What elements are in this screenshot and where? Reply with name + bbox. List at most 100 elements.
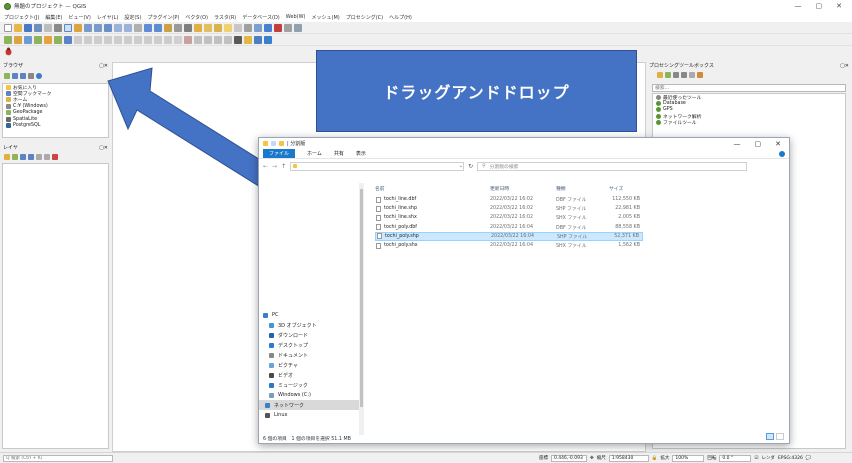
data-source-manager-icon[interactable] (4, 35, 12, 44)
file-row[interactable]: tochi_poly.dbf 2022/03/22 16:04 DBF ファイル 88… (375, 223, 643, 232)
help-icon[interactable] (779, 150, 785, 157)
undo-icon[interactable] (154, 35, 162, 44)
browser-item[interactable]: PostgreSQL (3, 122, 108, 129)
bookmark-icon[interactable] (164, 23, 172, 32)
add-group-icon[interactable] (12, 154, 18, 160)
add-postgis-icon[interactable] (64, 35, 72, 44)
nav-item[interactable]: デスクトップ (259, 340, 359, 350)
sum-icon[interactable] (274, 23, 282, 32)
properties-icon[interactable] (36, 72, 42, 79)
quick-access-icon[interactable] (271, 141, 276, 146)
layers-tree[interactable] (2, 163, 109, 449)
cut-icon[interactable] (124, 35, 132, 44)
edit-features-icon[interactable] (689, 72, 695, 78)
menu-item[interactable]: メッシュ(M) (312, 14, 340, 21)
forward-icon[interactable]: → (272, 163, 277, 170)
attribute-table-icon[interactable] (224, 23, 232, 32)
up-icon[interactable]: ↑ (281, 163, 286, 170)
refresh-icon[interactable]: ↻ (468, 163, 473, 170)
dropdown-icon[interactable]: ⌄ (459, 163, 463, 169)
details-view-icon[interactable] (766, 433, 774, 440)
file-row[interactable]: tochi_line.shp 2022/03/22 16:02 SHP ファイル 22… (375, 204, 643, 213)
processing-item[interactable]: ファイルツール (653, 120, 845, 126)
nav-item[interactable]: ピクチャ (259, 360, 359, 370)
temporal-icon[interactable] (184, 23, 192, 32)
open-project-icon[interactable] (14, 23, 22, 32)
new-folder-icon[interactable] (279, 141, 284, 146)
close-button[interactable]: ✕ (836, 2, 842, 10)
edit-icon[interactable] (84, 35, 92, 44)
rotation-field[interactable]: 0.0 ° (719, 454, 752, 462)
processing-search-input[interactable] (652, 84, 846, 92)
add-raster-icon[interactable] (24, 35, 32, 44)
nav-item[interactable]: PC (259, 310, 359, 320)
add-mesh-icon[interactable] (34, 35, 42, 44)
zoom-last-icon[interactable] (144, 23, 152, 32)
file-row[interactable]: tochi_line.shx 2022/03/22 16:02 SHX ファイル 2,… (375, 213, 643, 222)
zoom-out-icon[interactable] (94, 23, 102, 32)
menu-item[interactable]: プロセシング(C) (346, 14, 383, 21)
col-size[interactable]: サイズ (609, 185, 623, 192)
explorer-close-button[interactable]: ✕ (775, 140, 781, 148)
toolbox-icon[interactable] (264, 23, 272, 32)
menu-item[interactable]: 編集(E) (45, 14, 62, 21)
nav-item[interactable]: ダウンロード (259, 330, 359, 340)
label-change-icon[interactable] (214, 35, 222, 44)
digitize-icon[interactable] (74, 35, 82, 44)
layout-manager-icon[interactable] (54, 23, 62, 32)
zoom-next-icon[interactable] (154, 23, 162, 32)
remove-layer-icon[interactable] (52, 154, 58, 160)
identify-icon[interactable] (194, 23, 202, 32)
col-name[interactable]: 名前 (375, 185, 385, 192)
layer-style-icon[interactable] (4, 154, 10, 160)
crs-button[interactable]: EPSG:4326 (778, 456, 803, 461)
refresh-icon[interactable] (174, 23, 182, 32)
menu-item[interactable]: Web(W) (286, 14, 306, 20)
nav-item[interactable]: ミュージック (259, 380, 359, 390)
deselect-icon[interactable] (214, 23, 222, 32)
add-vector-icon[interactable] (14, 35, 22, 44)
filter-legend-icon[interactable] (28, 154, 34, 160)
col-date[interactable]: 更新日時 (490, 185, 509, 192)
plugin-icon[interactable] (244, 35, 252, 44)
large-icons-view-icon[interactable] (776, 433, 784, 440)
file-row[interactable]: tochi_poly.shx 2022/03/22 16:04 SHX ファイル 1,… (375, 241, 643, 250)
quickmapservices-icon[interactable] (264, 35, 272, 44)
save-as-icon[interactable] (34, 23, 42, 32)
bug-icon[interactable] (4, 47, 14, 57)
zoom-native-icon[interactable] (134, 23, 142, 32)
file-row[interactable]: tochi_line.dbf 2022/03/22 16:02 DBF ファイル 11… (375, 195, 643, 204)
messages-icon[interactable]: 💬 (806, 456, 812, 461)
zoom-selection-icon[interactable] (114, 23, 122, 32)
options-icon[interactable] (697, 72, 703, 78)
refresh-icon[interactable] (12, 72, 18, 79)
magnifier-field[interactable]: 100% (672, 454, 705, 462)
menu-item[interactable]: ベクタ(O) (185, 14, 208, 21)
nav-item[interactable]: Linux (259, 410, 359, 420)
annotation-icon[interactable] (284, 23, 292, 32)
menu-item[interactable]: レイヤ(L) (97, 14, 119, 21)
tab-file[interactable]: ファイル (263, 149, 296, 158)
maximize-button[interactable]: ▢ (816, 2, 823, 10)
coord-field[interactable]: 0.446,-0.093 (551, 454, 587, 462)
locator-search-input[interactable] (3, 454, 113, 462)
redo-icon[interactable] (164, 35, 172, 44)
add-csv-icon[interactable] (44, 35, 52, 44)
delete-icon[interactable] (114, 35, 122, 44)
print-layout-icon[interactable] (44, 23, 52, 32)
python-icon[interactable] (234, 35, 242, 44)
tab-view[interactable]: 表示 (356, 150, 366, 157)
menu-item[interactable]: ビュー(V) (68, 14, 90, 21)
add-feature-icon[interactable] (94, 35, 102, 44)
explorer-search-box[interactable]: ⚲ 分割版の検索 (477, 161, 748, 171)
zoom-layer-icon[interactable] (124, 23, 132, 32)
zoom-full-icon[interactable] (104, 23, 112, 32)
label-move-icon[interactable] (194, 35, 202, 44)
menu-item[interactable]: プロジェクト(J) (4, 14, 39, 21)
back-icon[interactable]: ← (263, 163, 268, 170)
panel-float-close-icon[interactable]: ▢✕ (840, 63, 849, 69)
scale-field[interactable]: 1:958430 (608, 454, 649, 462)
render-checkbox[interactable]: ☑ (754, 456, 758, 461)
statistics-icon[interactable] (254, 23, 262, 32)
label-rotate-icon[interactable] (204, 35, 212, 44)
